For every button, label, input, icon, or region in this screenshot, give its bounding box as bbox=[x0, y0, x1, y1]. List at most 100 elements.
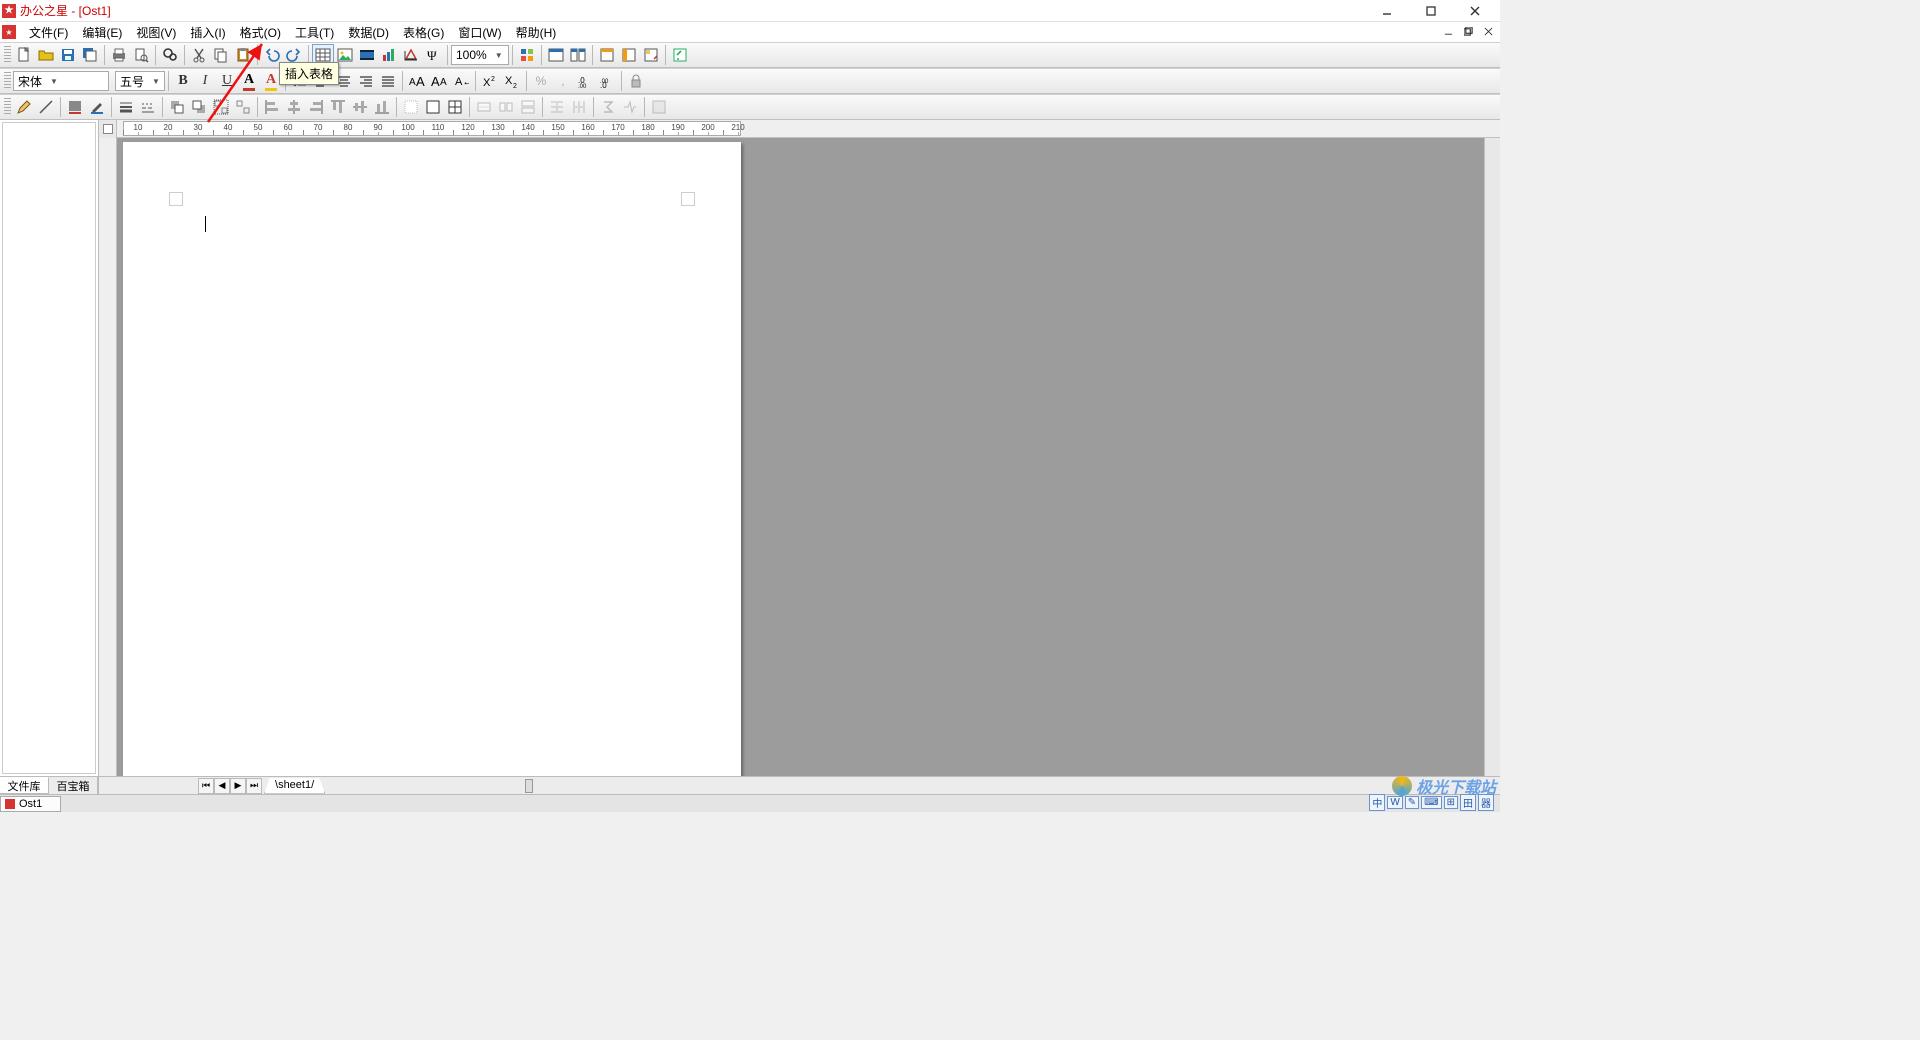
paste-button[interactable] bbox=[232, 44, 254, 66]
menu-file[interactable]: 文件(F) bbox=[22, 22, 75, 43]
menu-table[interactable]: 表格(G) bbox=[396, 22, 451, 43]
copy-button[interactable] bbox=[210, 44, 232, 66]
horizontal-scrollbar-thumb[interactable] bbox=[525, 779, 533, 793]
cell-outer-border-button[interactable] bbox=[422, 96, 444, 118]
save-as-button[interactable] bbox=[79, 44, 101, 66]
menu-window[interactable]: 窗口(W) bbox=[451, 22, 508, 43]
align-objects-right-button[interactable] bbox=[305, 96, 327, 118]
thumbnail-area[interactable] bbox=[2, 122, 96, 774]
ime-chip[interactable]: ⌨ bbox=[1421, 796, 1441, 809]
ime-chip[interactable]: ⊞ bbox=[1444, 796, 1458, 809]
percent-style-button[interactable]: % bbox=[530, 70, 552, 92]
sheet-nav-last-button[interactable]: ⏭ bbox=[246, 778, 262, 794]
menu-edit[interactable]: 编辑(E) bbox=[75, 22, 129, 43]
fill-color-button[interactable] bbox=[64, 96, 86, 118]
insert-symbol-button[interactable]: Ψ bbox=[422, 44, 444, 66]
print-preview-button[interactable] bbox=[130, 44, 152, 66]
menu-help[interactable]: 帮助(H) bbox=[509, 22, 564, 43]
page[interactable] bbox=[123, 142, 741, 776]
find-button[interactable] bbox=[159, 44, 181, 66]
toolbar-grip[interactable] bbox=[4, 98, 11, 116]
insert-chart-button[interactable] bbox=[378, 44, 400, 66]
align-right-button[interactable] bbox=[355, 70, 377, 92]
zoom-combo[interactable]: 100%▼ bbox=[451, 45, 509, 65]
formula-button[interactable] bbox=[597, 96, 619, 118]
comma-style-button[interactable]: , bbox=[552, 70, 574, 92]
increase-decimal-button[interactable]: .0.00 bbox=[574, 70, 596, 92]
toolbar-grip[interactable] bbox=[4, 72, 11, 90]
side-tab-treasure-box[interactable]: 百宝箱 bbox=[49, 777, 98, 794]
align-objects-top-button[interactable] bbox=[327, 96, 349, 118]
horizontal-ruler[interactable]: 1020304050607080901001101201301401501601… bbox=[117, 120, 1500, 137]
menu-insert[interactable]: 插入(I) bbox=[183, 22, 232, 43]
subscript-button[interactable]: X2 bbox=[501, 70, 523, 92]
italic-button[interactable]: I bbox=[194, 70, 216, 92]
sheet-nav-next-button[interactable]: ▶ bbox=[230, 778, 246, 794]
line-color-button[interactable] bbox=[86, 96, 108, 118]
mdi-restore-button[interactable] bbox=[1460, 24, 1476, 38]
decrease-font-button[interactable]: AA bbox=[428, 70, 450, 92]
vertical-ruler[interactable] bbox=[99, 138, 117, 776]
cell-no-border-button[interactable] bbox=[400, 96, 422, 118]
window-list-button[interactable] bbox=[516, 44, 538, 66]
table-props-button[interactable] bbox=[648, 96, 670, 118]
close-button[interactable] bbox=[1462, 2, 1488, 20]
send-back-button[interactable] bbox=[188, 96, 210, 118]
window-tab[interactable]: Ost1 bbox=[0, 796, 61, 812]
menu-data[interactable]: 数据(D) bbox=[341, 22, 396, 43]
split-table-button[interactable] bbox=[517, 96, 539, 118]
menu-format[interactable]: 格式(O) bbox=[233, 22, 288, 43]
font-name-combo[interactable]: 宋体▼ bbox=[13, 71, 109, 91]
help-button[interactable] bbox=[669, 44, 691, 66]
new-button[interactable] bbox=[13, 44, 35, 66]
layout-side-button[interactable] bbox=[618, 44, 640, 66]
bring-front-button[interactable] bbox=[166, 96, 188, 118]
ime-chip[interactable]: 田 bbox=[1460, 794, 1476, 811]
equation-button[interactable] bbox=[619, 96, 641, 118]
line-tool-button[interactable] bbox=[35, 96, 57, 118]
minimize-button[interactable] bbox=[1374, 2, 1400, 20]
cell-all-border-button[interactable] bbox=[444, 96, 466, 118]
distribute-cols-button[interactable] bbox=[568, 96, 590, 118]
menu-view[interactable]: 视图(V) bbox=[129, 22, 183, 43]
document-canvas[interactable] bbox=[117, 138, 1484, 776]
show-thumbnails-button[interactable] bbox=[640, 44, 662, 66]
align-objects-bottom-button[interactable] bbox=[371, 96, 393, 118]
lock-button[interactable] bbox=[625, 70, 647, 92]
vertical-scrollbar[interactable] bbox=[1484, 138, 1500, 776]
split-horizontal-button[interactable] bbox=[545, 44, 567, 66]
sheet-nav-first-button[interactable]: ⏮ bbox=[198, 778, 214, 794]
toolbar-grip[interactable] bbox=[4, 46, 11, 64]
group-button[interactable] bbox=[210, 96, 232, 118]
print-button[interactable] bbox=[108, 44, 130, 66]
menu-tools[interactable]: 工具(T) bbox=[288, 22, 341, 43]
insert-movie-button[interactable] bbox=[356, 44, 378, 66]
ime-chip[interactable]: 器 bbox=[1478, 794, 1494, 811]
ime-chip[interactable]: 中 bbox=[1369, 794, 1385, 811]
ungroup-button[interactable] bbox=[232, 96, 254, 118]
ruler-corner[interactable] bbox=[99, 120, 117, 138]
side-tab-file-library[interactable]: 文件库 bbox=[0, 777, 49, 794]
ime-chip[interactable]: W bbox=[1387, 796, 1402, 809]
insert-object-button[interactable] bbox=[400, 44, 422, 66]
split-cells-button[interactable] bbox=[495, 96, 517, 118]
underline-button[interactable]: U bbox=[216, 70, 238, 92]
layout-single-button[interactable] bbox=[596, 44, 618, 66]
pen-tool-button[interactable] bbox=[13, 96, 35, 118]
align-objects-center-button[interactable] bbox=[283, 96, 305, 118]
sheet-nav-prev-button[interactable]: ◀ bbox=[214, 778, 230, 794]
align-objects-middle-button[interactable] bbox=[349, 96, 371, 118]
maximize-button[interactable] bbox=[1418, 2, 1444, 20]
font-color-button[interactable]: A bbox=[238, 70, 260, 92]
open-button[interactable] bbox=[35, 44, 57, 66]
font-size-combo[interactable]: 五号▼ bbox=[115, 71, 165, 91]
ime-chip[interactable]: ✎ bbox=[1405, 796, 1419, 809]
mdi-close-button[interactable] bbox=[1480, 24, 1496, 38]
line-style-button[interactable] bbox=[115, 96, 137, 118]
align-justify-button[interactable] bbox=[377, 70, 399, 92]
bold-button[interactable]: B bbox=[172, 70, 194, 92]
mdi-minimize-button[interactable] bbox=[1440, 24, 1456, 38]
dash-style-button[interactable] bbox=[137, 96, 159, 118]
align-objects-left-button[interactable] bbox=[261, 96, 283, 118]
merge-cells-button[interactable] bbox=[473, 96, 495, 118]
